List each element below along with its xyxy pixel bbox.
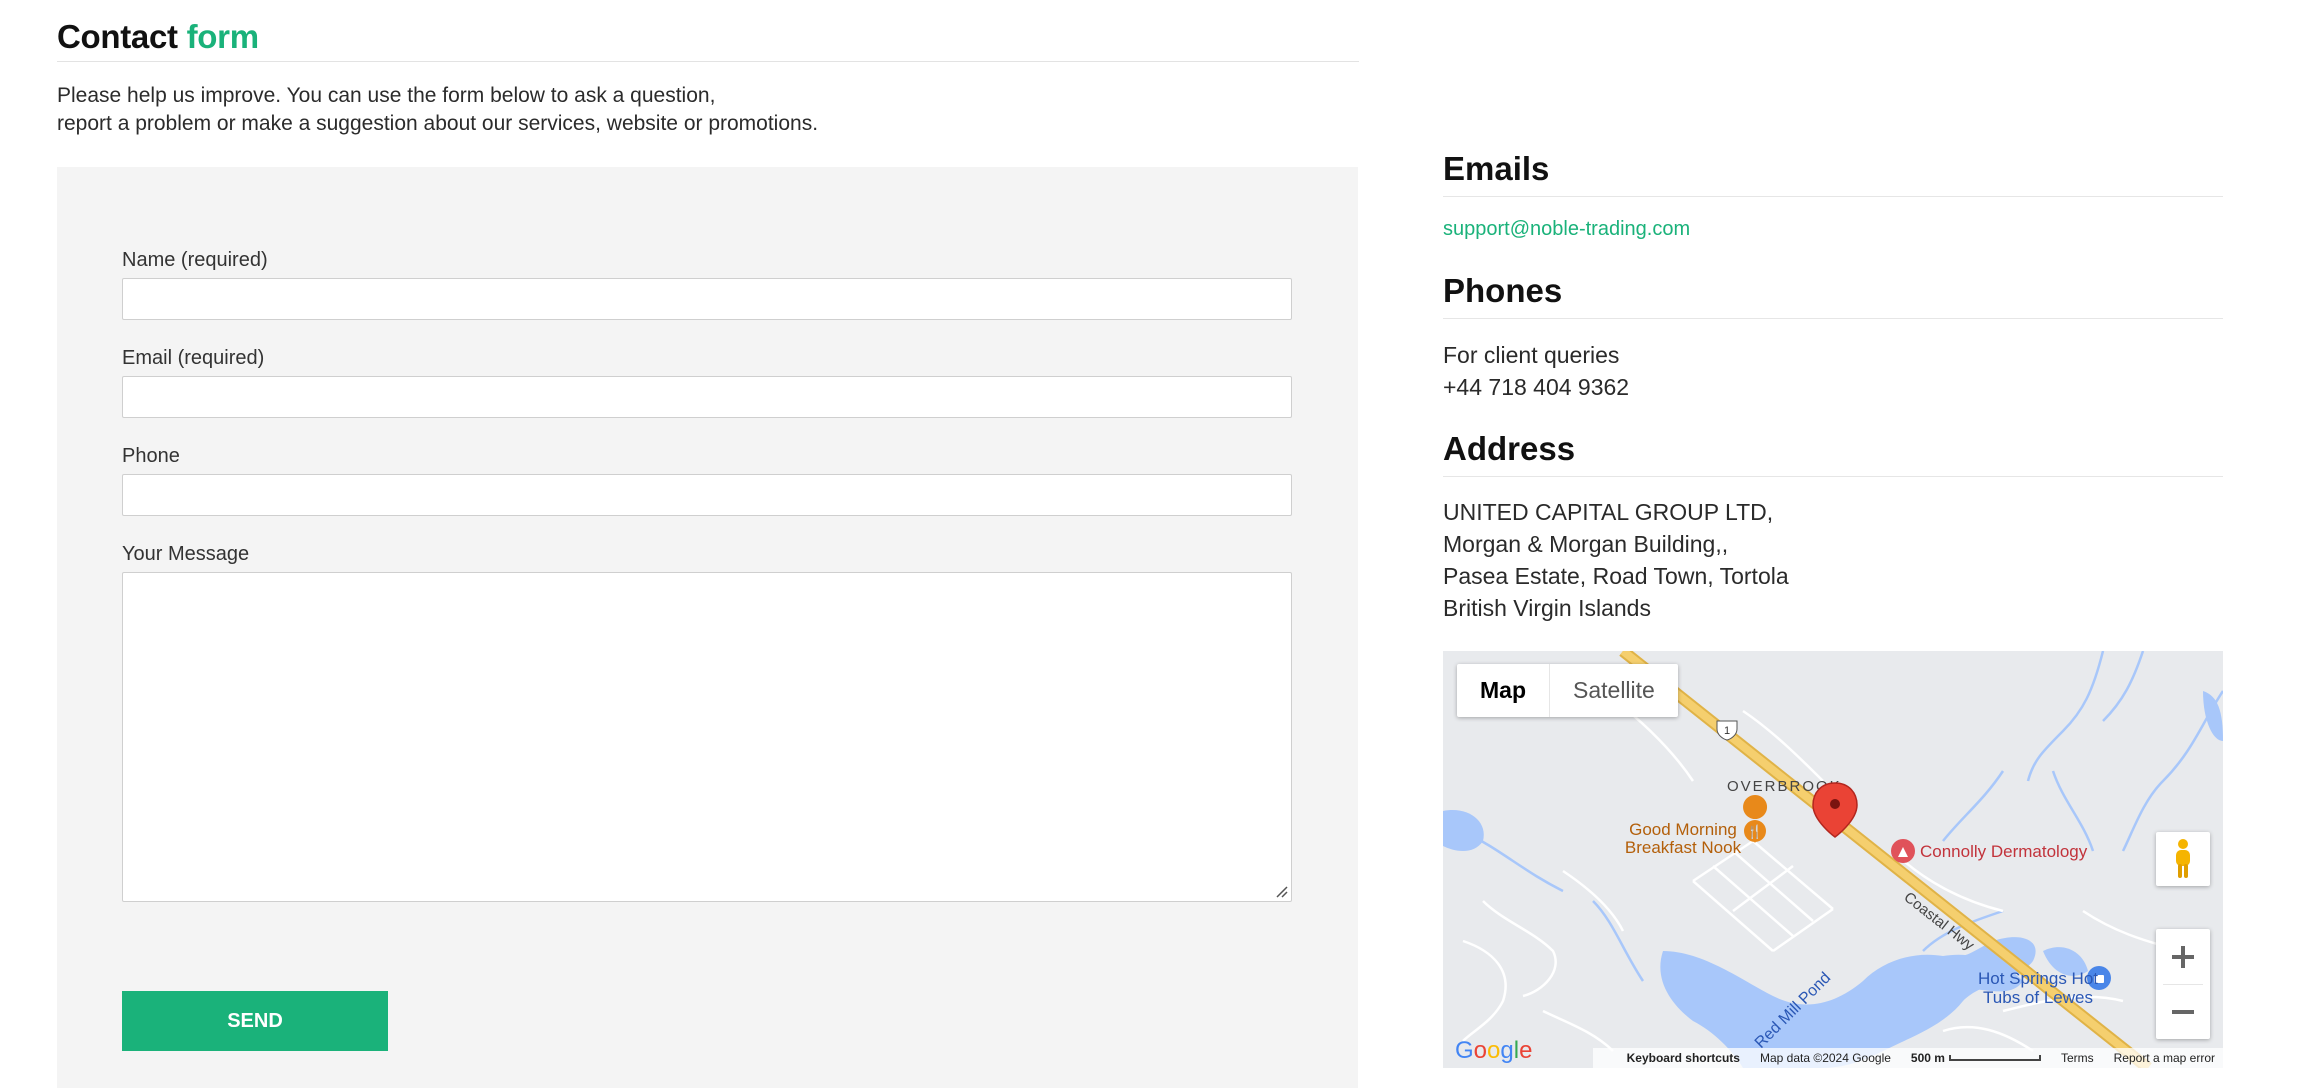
dermatology-marker-icon[interactable]	[1891, 839, 1915, 863]
hot-springs-label-2: Tubs of Lewes	[1983, 988, 2093, 1007]
title-accent: form	[186, 18, 259, 55]
address-line: Morgan & Morgan Building,,	[1443, 531, 1729, 557]
intro-text: Please help us improve. You can use the …	[57, 82, 957, 138]
phone-info: For client queries +44 718 404 9362	[1443, 339, 1629, 403]
plus-icon	[2172, 945, 2194, 968]
hot-springs-label-1: Hot Springs Hot	[1978, 969, 2098, 988]
zoom-out-button[interactable]	[2156, 985, 2210, 1039]
terms-link[interactable]: Terms	[2061, 1051, 2094, 1065]
map-data-credit: Map data ©2024 Google	[1759, 1051, 1891, 1065]
svg-text:🍴: 🍴	[1747, 824, 1763, 840]
intro-line-2: report a problem or make a suggestion ab…	[57, 112, 819, 135]
route-1-label: 1	[1724, 725, 1730, 737]
title-main: Contact	[57, 18, 178, 55]
address-block: UNITED CAPITAL GROUP LTD, Morgan & Morga…	[1443, 496, 1789, 624]
street-view-button[interactable]	[2156, 832, 2210, 886]
title-divider	[57, 61, 1359, 62]
scale-label: 500 m	[1910, 1051, 1945, 1065]
email-input[interactable]	[122, 376, 1292, 418]
phone-label: Phone	[122, 445, 180, 467]
zoom-in-button[interactable]	[2156, 929, 2210, 984]
map-type-map-button[interactable]: Map	[1457, 664, 1549, 717]
map-type-control: Map Satellite	[1457, 664, 1678, 717]
phones-heading: Phones	[1443, 272, 1563, 309]
dermatology-label: Connolly Dermatology	[1920, 842, 2088, 861]
intro-line-1: Please help us improve. You can use the …	[57, 84, 716, 107]
address-line: UNITED CAPITAL GROUP LTD,	[1443, 499, 1774, 525]
emails-heading: Emails	[1443, 150, 1550, 187]
address-line: Pasea Estate, Road Town, Tortola	[1443, 563, 1789, 589]
phone-caption: For client queries	[1443, 342, 1620, 368]
pegman-icon	[2176, 839, 2190, 878]
zoom-control	[2156, 929, 2210, 1039]
page-title: Contact form	[57, 18, 259, 56]
emails-divider	[1443, 196, 2223, 197]
send-button[interactable]: SEND	[122, 991, 388, 1051]
breakfast-nook-label-1: Good Morning	[1629, 820, 1737, 839]
minus-icon	[2172, 1010, 2194, 1014]
google-logo: Google	[1455, 1037, 1532, 1064]
resize-grip-icon[interactable]	[1274, 884, 1288, 898]
map-scale[interactable]: 500 m	[1911, 1051, 2041, 1065]
breakfast-nook-label-2: Breakfast Nook	[1625, 838, 1742, 857]
name-label: Name (required)	[122, 249, 268, 271]
contact-form: Name (required) Email (required) Phone Y…	[57, 167, 1358, 1088]
location-map[interactable]: 1 Coastal Hwy Red Mill Pond OVERBROOK 🍴 …	[1443, 651, 2223, 1068]
message-label: Your Message	[122, 543, 250, 565]
address-line: British Virgin Islands	[1443, 595, 1651, 621]
message-textarea[interactable]	[122, 572, 1292, 902]
phone-number: +44 718 404 9362	[1443, 374, 1630, 400]
email-label: Email (required)	[122, 347, 265, 369]
scale-bar	[1948, 1055, 2041, 1061]
support-email-link[interactable]: support@noble-trading.com	[1443, 218, 1690, 241]
name-input[interactable]	[122, 278, 1292, 320]
phones-divider	[1443, 318, 2223, 319]
address-heading: Address	[1443, 430, 1576, 467]
report-map-error-link[interactable]: Report a map error	[2114, 1051, 2215, 1065]
phone-input[interactable]	[122, 474, 1292, 516]
map-type-satellite-button[interactable]: Satellite	[1550, 664, 1678, 717]
keyboard-shortcuts-link[interactable]: Keyboard shortcuts	[1627, 1051, 1740, 1065]
map-attribution-bar: Keyboard shortcuts Map data ©2024 Google…	[1593, 1048, 2223, 1068]
address-divider	[1443, 476, 2223, 477]
